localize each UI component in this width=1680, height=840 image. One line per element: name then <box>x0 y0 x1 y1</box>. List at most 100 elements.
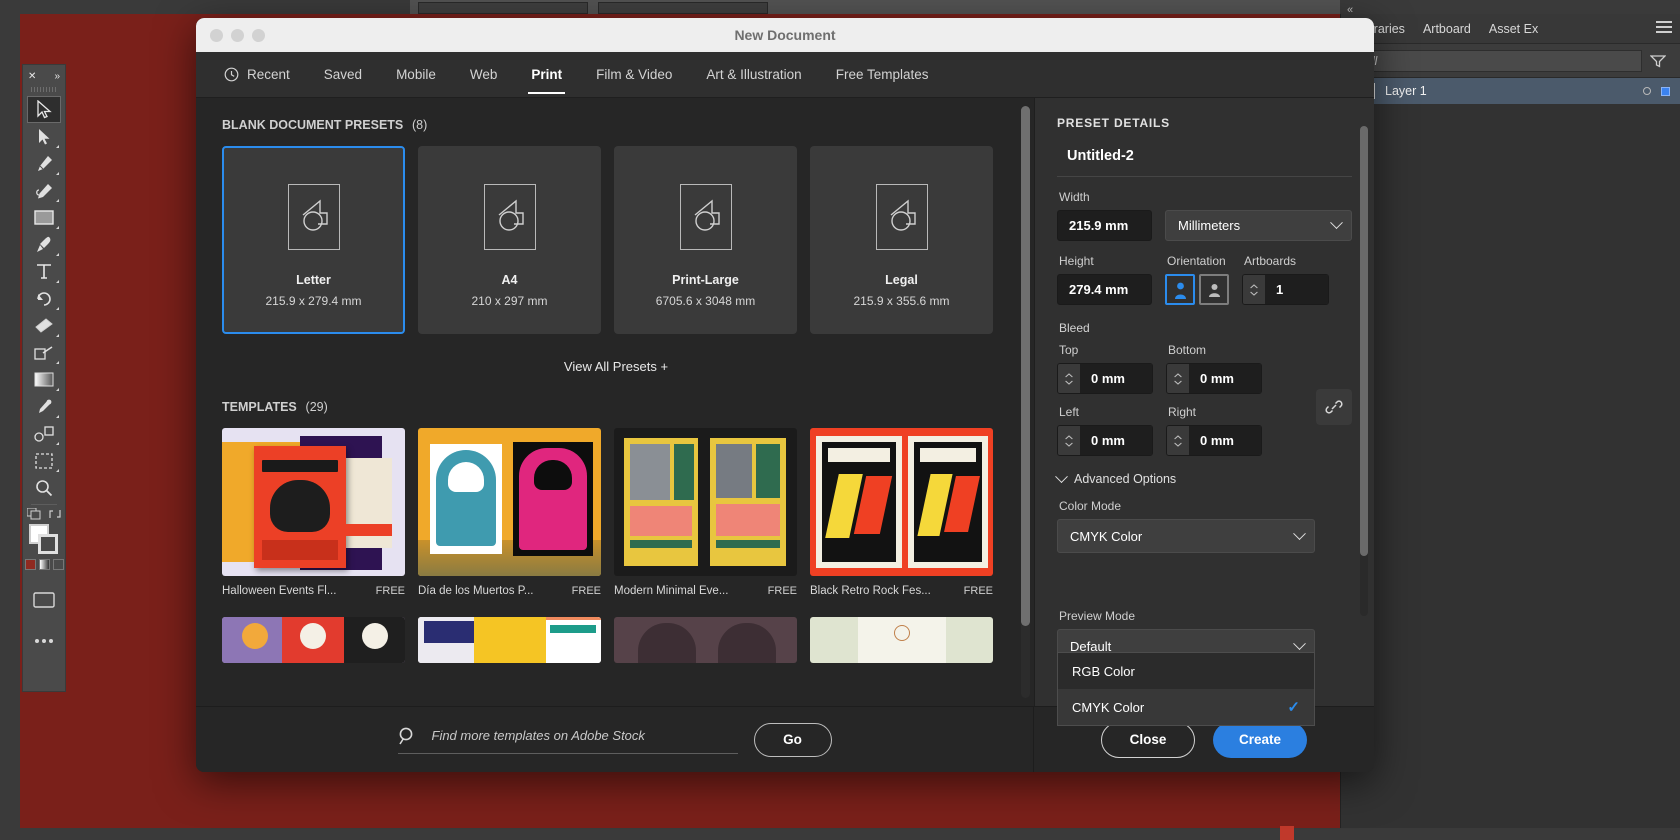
layer-target-icon[interactable] <box>1643 87 1651 95</box>
tab-saved[interactable]: Saved <box>307 52 379 98</box>
preset-card-letter[interactable]: Letter 215.9 x 279.4 mm <box>222 146 405 334</box>
content-scrollbar[interactable] <box>1021 106 1030 698</box>
double-chevron-right-icon[interactable]: » <box>54 71 60 82</box>
width-input[interactable]: 215.9 mm <box>1057 210 1152 241</box>
layers-search-row[interactable]: All <box>1341 44 1680 78</box>
color-swatch-red[interactable] <box>25 559 36 570</box>
layer-name[interactable]: Layer 1 <box>1385 84 1633 98</box>
color-mode-option-cmyk[interactable]: CMYK Color ✓ <box>1058 689 1314 725</box>
artboards-stepper[interactable]: 1 <box>1242 274 1329 305</box>
bleed-left-stepper[interactable]: 0 mm <box>1057 425 1153 456</box>
template-thumbnail-row2[interactable] <box>810 617 993 663</box>
bleed-top-stepper-buttons[interactable] <box>1058 364 1080 393</box>
right-panel-tabs[interactable]: Libraries Artboard Asset Ex <box>1341 14 1680 44</box>
tab-free-templates[interactable]: Free Templates <box>819 52 946 98</box>
tab-artboard[interactable]: Artboard <box>1423 22 1471 36</box>
bleed-left-stepper-buttons[interactable] <box>1058 426 1080 455</box>
fill-stroke-swatches[interactable] <box>27 522 61 556</box>
document-name-input[interactable]: Untitled-2 <box>1057 146 1352 177</box>
bleed-top-stepper[interactable]: 0 mm <box>1057 363 1153 394</box>
paintbrush-tool[interactable] <box>27 231 61 258</box>
rectangle-tool[interactable] <box>27 204 61 231</box>
blend-tool[interactable] <box>27 420 61 447</box>
create-button[interactable]: Create <box>1213 722 1307 758</box>
tab-web[interactable]: Web <box>453 52 515 98</box>
caret-up-icon[interactable] <box>1174 373 1182 378</box>
caret-down-icon[interactable] <box>1174 380 1182 385</box>
caret-up-icon[interactable] <box>1065 435 1073 440</box>
bleed-right-input[interactable]: 0 mm <box>1189 426 1261 455</box>
tab-print[interactable]: Print <box>514 52 579 98</box>
tab-film-video[interactable]: Film & Video <box>579 52 689 98</box>
none-swatch[interactable] <box>53 559 64 570</box>
tab-asset-export[interactable]: Asset Ex <box>1489 22 1538 36</box>
caret-up-icon[interactable] <box>1065 373 1073 378</box>
landscape-orientation-icon[interactable] <box>1199 274 1229 305</box>
caret-down-icon[interactable] <box>1174 442 1182 447</box>
color-mode-dropdown-menu[interactable]: RGB Color CMYK Color ✓ <box>1057 652 1315 726</box>
preset-card-a4[interactable]: A4 210 x 297 mm <box>418 146 601 334</box>
artboards-stepper-buttons[interactable] <box>1243 275 1265 304</box>
stroke-swatch[interactable] <box>38 534 58 554</box>
close-button[interactable]: Close <box>1101 722 1195 758</box>
rotate-tool[interactable] <box>27 285 61 312</box>
document-tab-1[interactable] <box>418 2 588 14</box>
direct-selection-tool[interactable] <box>27 123 61 150</box>
details-scrollbar-thumb[interactable] <box>1360 126 1368 556</box>
orientation-buttons[interactable] <box>1165 274 1229 305</box>
bleed-right-stepper-buttons[interactable] <box>1167 426 1189 455</box>
go-button[interactable]: Go <box>754 723 832 757</box>
zoom-tool[interactable] <box>27 474 61 501</box>
color-mode-option-rgb[interactable]: RGB Color <box>1058 653 1314 689</box>
pen-tool[interactable] <box>27 150 61 177</box>
units-select[interactable]: Millimeters <box>1165 210 1352 241</box>
dialog-titlebar[interactable]: New Document <box>196 18 1374 52</box>
layers-search-input[interactable]: All <box>1355 50 1642 72</box>
template-card-black-retro-rock[interactable]: Black Retro Rock Fes... FREE <box>810 428 993 597</box>
tools-panel[interactable]: ✕ » <box>22 64 66 692</box>
template-thumbnail-row2[interactable] <box>418 617 601 663</box>
tools-drag-grip[interactable] <box>31 87 57 92</box>
screen-mode-tool[interactable] <box>27 586 61 613</box>
tab-art-illustration[interactable]: Art & Illustration <box>689 52 818 98</box>
template-card-halloween[interactable]: Halloween Events Fl... FREE <box>222 428 405 597</box>
link-icon[interactable] <box>1316 389 1352 425</box>
layer-row[interactable]: Layer 1 <box>1341 78 1680 104</box>
template-thumbnail-row2[interactable] <box>222 617 405 663</box>
stock-search-field[interactable]: Find more templates on Adobe Stock <box>398 726 738 754</box>
more-tools-button[interactable] <box>27 627 61 654</box>
template-thumbnail-row2[interactable] <box>614 617 797 663</box>
height-input[interactable]: 279.4 mm <box>1057 274 1152 305</box>
dialog-tabbar[interactable]: Recent Saved Mobile Web Print Film & Vid… <box>196 52 1374 98</box>
template-card-modern-minimal[interactable]: Modern Minimal Eve... FREE <box>614 428 797 597</box>
template-card-dia-de-muertos[interactable]: Día de los Muertos P... FREE <box>418 428 601 597</box>
eyedropper-tool[interactable] <box>27 393 61 420</box>
type-tool[interactable] <box>27 258 61 285</box>
view-all-presets-link[interactable]: View All Presets + <box>222 359 1010 374</box>
artboard-tool[interactable] <box>27 447 61 474</box>
advanced-options-toggle[interactable]: Advanced Options <box>1057 472 1352 486</box>
bleed-right-stepper[interactable]: 0 mm <box>1166 425 1262 456</box>
gradient-tool[interactable] <box>27 366 61 393</box>
bleed-bottom-stepper[interactable]: 0 mm <box>1166 363 1262 394</box>
layer-selection-indicator[interactable] <box>1661 87 1670 96</box>
caret-down-icon[interactable] <box>1250 291 1258 296</box>
eraser-tool[interactable] <box>27 312 61 339</box>
close-icon[interactable]: ✕ <box>28 71 36 82</box>
preset-card-print-large[interactable]: Print-Large 6705.6 x 3048 mm <box>614 146 797 334</box>
screen-mode-row[interactable] <box>27 508 61 520</box>
curvature-tool[interactable] <box>27 177 61 204</box>
shape-builder-tool[interactable] <box>27 339 61 366</box>
gradient-swatch[interactable] <box>39 559 50 570</box>
document-tab-2[interactable] <box>598 2 768 14</box>
details-scrollbar[interactable] <box>1360 126 1368 616</box>
right-panel[interactable]: « Libraries Artboard Asset Ex All Layer … <box>1340 14 1680 828</box>
filter-icon[interactable] <box>1650 54 1666 68</box>
color-mode-row[interactable] <box>25 559 64 570</box>
bleed-top-input[interactable]: 0 mm <box>1080 364 1152 393</box>
bleed-bottom-input[interactable]: 0 mm <box>1189 364 1261 393</box>
selection-tool[interactable] <box>27 96 61 123</box>
double-chevron-left-icon[interactable]: « <box>1347 4 1353 16</box>
bleed-bottom-stepper-buttons[interactable] <box>1167 364 1189 393</box>
tab-recent[interactable]: Recent <box>218 52 307 98</box>
